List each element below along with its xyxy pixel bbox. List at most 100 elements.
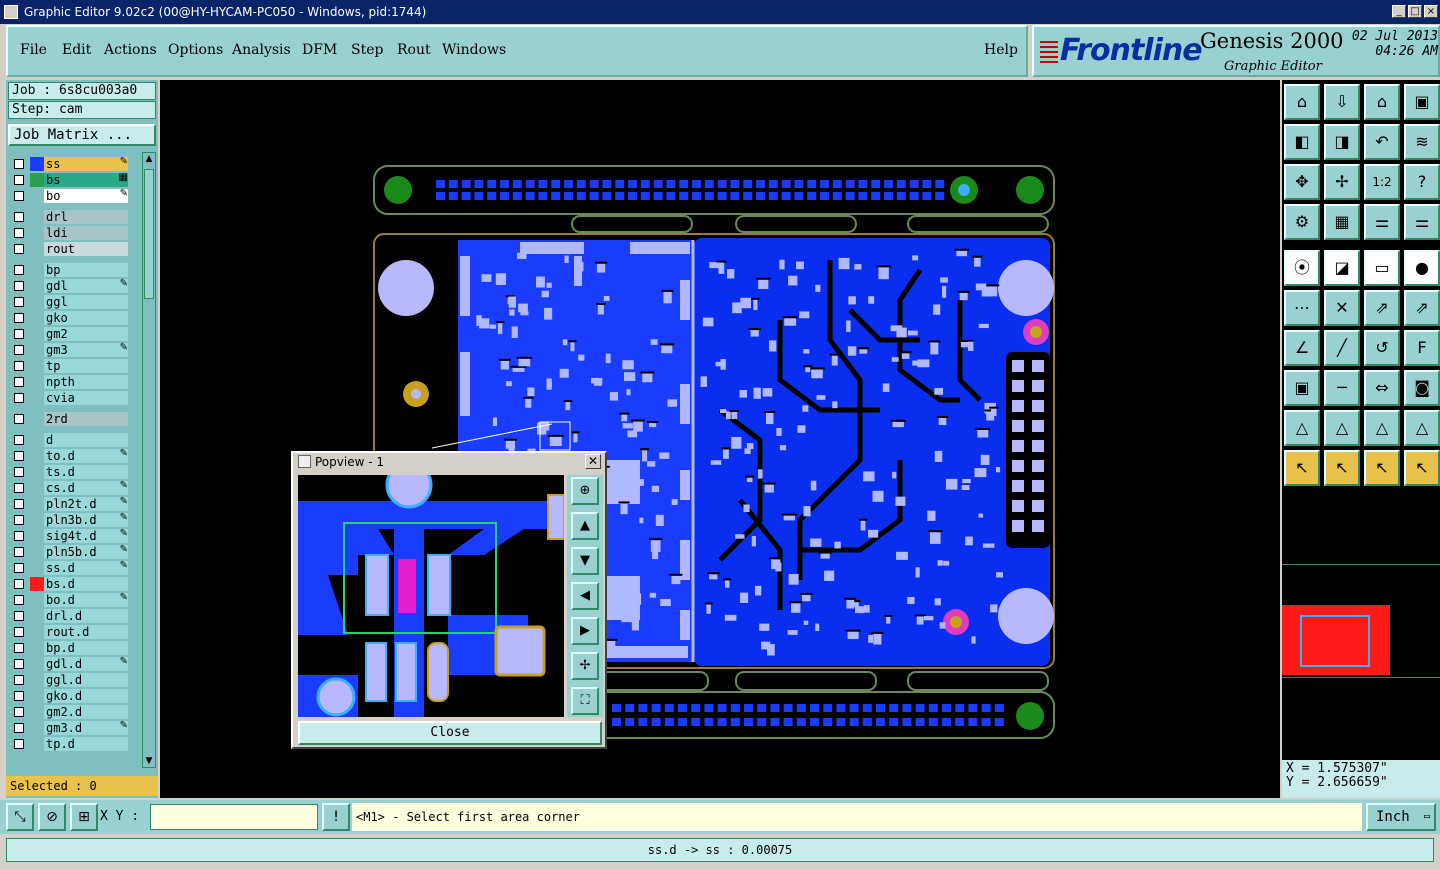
- menu-actions[interactable]: Actions: [104, 42, 157, 58]
- layer-row-tp-d[interactable]: tp.d: [8, 736, 132, 752]
- layer-color-swatch[interactable]: [30, 157, 44, 171]
- layer-name[interactable]: tp: [44, 359, 128, 373]
- layer-row-cvia[interactable]: cvia: [8, 390, 132, 406]
- job-matrix-button[interactable]: Job Matrix ...: [8, 124, 156, 146]
- popview-zoom-out-icon[interactable]: ✢: [571, 652, 599, 680]
- menu-options[interactable]: Options: [168, 42, 223, 58]
- overview-map[interactable]: [1282, 564, 1440, 678]
- layer-checkbox[interactable]: [14, 377, 24, 387]
- text-edit-icon[interactable]: F: [1404, 330, 1440, 366]
- layer-checkbox[interactable]: [14, 228, 24, 238]
- layer-checkbox[interactable]: [14, 531, 24, 541]
- layer-row-bo[interactable]: bo ✎: [8, 188, 132, 204]
- menu-dfm[interactable]: DFM: [302, 42, 337, 58]
- menu-help[interactable]: Help: [984, 42, 1018, 58]
- layer-row-gko-d[interactable]: gko.d: [8, 688, 132, 704]
- layer-row-bp-d[interactable]: bp.d: [8, 640, 132, 656]
- popview-zoom-in-icon[interactable]: ⊕: [571, 477, 599, 505]
- layer-checkbox[interactable]: [14, 659, 24, 669]
- feature-select-icon[interactable]: ⦿: [1284, 250, 1320, 286]
- layer-row-tp[interactable]: tp: [8, 358, 132, 374]
- scroll-thumb[interactable]: [144, 169, 154, 299]
- layer-name[interactable]: tp.d: [44, 737, 128, 751]
- layer-name[interactable]: ts.d: [44, 465, 128, 479]
- layer-checkbox[interactable]: [14, 191, 24, 201]
- layer-row-ggl-d[interactable]: ggl.d: [8, 672, 132, 688]
- zoom-home-icon[interactable]: ⌂: [1284, 84, 1320, 120]
- layer-name[interactable]: gm2: [44, 327, 128, 341]
- layer-row-npth[interactable]: npth: [8, 374, 132, 390]
- layer-row-bs[interactable]: bs ▦: [8, 172, 132, 188]
- layer-name[interactable]: ss: [44, 157, 128, 171]
- layer-name[interactable]: drl: [44, 210, 128, 224]
- layer-checkbox[interactable]: [14, 244, 24, 254]
- menu-windows[interactable]: Windows: [442, 42, 506, 58]
- draw-line-icon[interactable]: ╱: [1324, 330, 1360, 366]
- layer-row-ggl[interactable]: ggl: [8, 294, 132, 310]
- popview-pan-down-icon[interactable]: ▼: [571, 547, 599, 575]
- scroll-up-arrow-icon[interactable]: ▲: [144, 154, 154, 164]
- line-horizontal-icon[interactable]: ─: [1324, 370, 1360, 406]
- select-area-icon[interactable]: ↖: [1364, 450, 1400, 486]
- layer-name[interactable]: gdl: [44, 279, 128, 293]
- select-feature-icon[interactable]: ↖: [1324, 450, 1360, 486]
- arc-icon[interactable]: ↺: [1364, 330, 1400, 366]
- layer-name[interactable]: pln5b.d: [44, 545, 128, 559]
- layer-checkbox[interactable]: [14, 515, 24, 525]
- menu-rout[interactable]: Rout: [397, 42, 431, 58]
- unit-selector[interactable]: Inch ▭: [1366, 803, 1436, 831]
- layer-checkbox[interactable]: [14, 435, 24, 445]
- layer-row-bp[interactable]: bp: [8, 262, 132, 278]
- xy-input[interactable]: [150, 804, 318, 830]
- layer-checkbox[interactable]: [14, 483, 24, 493]
- fit-screen-icon[interactable]: ✥: [1284, 164, 1320, 200]
- layer-name[interactable]: gko.d: [44, 689, 128, 703]
- layer-checkbox[interactable]: [14, 159, 24, 169]
- layer-scrollbar[interactable]: ▲ ▼: [142, 152, 156, 768]
- layer-checkbox[interactable]: [14, 627, 24, 637]
- layer-row-gdl[interactable]: gdl ✎: [8, 278, 132, 294]
- triangle-down-icon[interactable]: △: [1404, 410, 1440, 446]
- zoom-window-icon[interactable]: ▣: [1404, 84, 1440, 120]
- layer-checkbox[interactable]: [14, 723, 24, 733]
- layer-compare-icon[interactable]: ⚌: [1364, 204, 1400, 240]
- select-pointer-icon[interactable]: ↖: [1284, 450, 1320, 486]
- popview-canvas[interactable]: [298, 461, 565, 717]
- layer-checkbox[interactable]: [14, 563, 24, 573]
- layer-name[interactable]: bp.d: [44, 641, 128, 655]
- move-point-icon[interactable]: ⇗: [1364, 290, 1400, 326]
- layer-checkbox[interactable]: [14, 739, 24, 749]
- layer-row-d[interactable]: d: [8, 432, 132, 448]
- layer-checkbox[interactable]: [14, 595, 24, 605]
- redraw-icon[interactable]: ≋: [1404, 124, 1440, 160]
- layer-row-drl[interactable]: drl: [8, 209, 132, 225]
- layer-name[interactable]: npth: [44, 375, 128, 389]
- layer-name[interactable]: gm3: [44, 343, 128, 357]
- layer-row-pln5b-d[interactable]: pln5b.d ✎: [8, 544, 132, 560]
- popview-close-button[interactable]: Close: [298, 721, 602, 745]
- layer-name[interactable]: ldi: [44, 226, 128, 240]
- layer-checkbox[interactable]: [14, 212, 24, 222]
- measure-ruler-icon[interactable]: ▭: [1364, 250, 1400, 286]
- popview-zoom-fit-icon[interactable]: ⛶: [571, 687, 599, 715]
- help-icon[interactable]: ?: [1404, 164, 1440, 200]
- layer-name[interactable]: rout.d: [44, 625, 128, 639]
- layer-row-pln2t-d[interactable]: pln2t.d ✎: [8, 496, 132, 512]
- layer-name[interactable]: cs.d: [44, 481, 128, 495]
- layer-name[interactable]: bs.d: [44, 577, 128, 591]
- layer-row-gm3[interactable]: gm3 ✎: [8, 342, 132, 358]
- layer-checkbox[interactable]: [14, 393, 24, 403]
- layer-checkbox[interactable]: [14, 265, 24, 275]
- layer-checkbox[interactable]: [14, 313, 24, 323]
- layer-row-rout[interactable]: rout: [8, 241, 132, 257]
- snap-off-icon[interactable]: ⊘: [38, 803, 66, 831]
- tools-icon[interactable]: ⚙: [1284, 204, 1320, 240]
- info-icon[interactable]: !: [322, 803, 350, 831]
- menu-analysis[interactable]: Analysis: [232, 42, 291, 58]
- layer-name[interactable]: bs: [44, 173, 128, 187]
- layer-name[interactable]: bo.d: [44, 593, 128, 607]
- minimize-button[interactable]: _: [1392, 5, 1406, 18]
- layer-row-rout-d[interactable]: rout.d: [8, 624, 132, 640]
- layer-checkbox[interactable]: [14, 611, 24, 621]
- layer-row-drl-d[interactable]: drl.d: [8, 608, 132, 624]
